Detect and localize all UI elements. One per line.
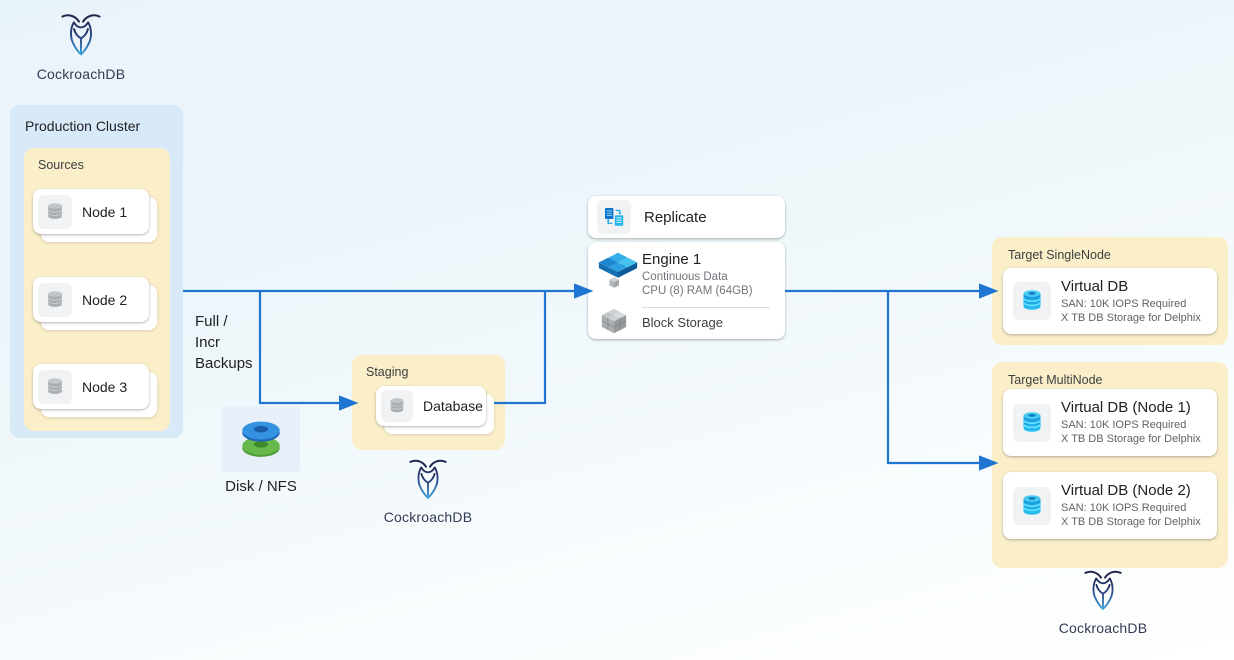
database-cylinder-icon [44, 201, 66, 223]
engine-subtitle-continuous-data: Continuous Data [642, 271, 728, 283]
production-cluster-label: Production Cluster [25, 118, 140, 134]
target-singlenode-group: Target SingleNode Virtual DB SAN: 10K IO… [992, 237, 1228, 345]
database-card-stack: Database [376, 386, 494, 434]
replicate-icon-tile [597, 200, 631, 234]
database-icon-tile [381, 390, 413, 422]
backups-line: Full / [195, 311, 253, 332]
virtual-db-text: Virtual DB (Node 1) SAN: 10K IOPS Requir… [1061, 399, 1201, 446]
target-multinode-group: Target MultiNode Virtual DB (Node 1) SAN… [992, 362, 1228, 568]
stacked-disks-icon [232, 414, 290, 464]
cockroachdb-icon [1083, 563, 1123, 618]
cockroachdb-label: CockroachDB [37, 66, 126, 82]
staging-group: Staging Database [352, 355, 505, 450]
engine-subtitle-cpu-ram: CPU (8) RAM (64GB) [642, 285, 753, 297]
node-label: Node 2 [82, 292, 127, 308]
replicate-card: Replicate [588, 196, 785, 238]
diagram-canvas: CockroachDB Production Cluster Sources N… [0, 0, 1234, 660]
virtual-db-text: Virtual DB SAN: 10K IOPS Required X TB D… [1061, 278, 1201, 325]
staging-label: Staging [366, 365, 408, 379]
target-singlenode-label: Target SingleNode [1008, 248, 1111, 262]
node-3-stack: Node 3 [33, 364, 157, 417]
virtual-db-title: Virtual DB (Node 2) [1061, 482, 1201, 499]
disk-nfs-tile [222, 406, 300, 472]
staging-database-card: Database [376, 386, 486, 426]
backups-line: Incr [195, 332, 253, 353]
cockroachdb-icon [60, 6, 102, 64]
virtual-db-card: Virtual DB SAN: 10K IOPS Required X TB D… [1003, 268, 1217, 334]
virtual-db-title: Virtual DB (Node 1) [1061, 399, 1201, 416]
cockroachdb-logo-target: CockroachDB [1045, 563, 1161, 636]
engine-card: Engine 1 Continuous Data CPU (8) RAM (64… [588, 242, 785, 339]
virtual-db-storage: X TB DB Storage for Delphix [1061, 311, 1201, 325]
replicate-label: Replicate [644, 209, 707, 226]
virtual-database-icon [1019, 493, 1045, 519]
arrow-engine-to-multinode [888, 291, 981, 463]
virtual-db-san: SAN: 10K IOPS Required [1061, 297, 1201, 311]
block-storage-icon [597, 308, 631, 336]
cockroachdb-label: CockroachDB [1059, 620, 1148, 636]
node-label: Node 3 [82, 379, 127, 395]
backups-annotation: Full / Incr Backups [195, 311, 253, 374]
virtual-db-san: SAN: 10K IOPS Required [1061, 501, 1201, 515]
virtual-db-text: Virtual DB (Node 2) SAN: 10K IOPS Requir… [1061, 482, 1201, 529]
replicate-sync-icon [602, 205, 626, 229]
virtual-db-node-2-card: Virtual DB (Node 2) SAN: 10K IOPS Requir… [1003, 472, 1217, 539]
database-icon-tile [38, 195, 72, 229]
target-multinode-label: Target MultiNode [1008, 373, 1103, 387]
sources-group: Sources Node 1 Node 2 [24, 148, 170, 431]
backups-line: Backups [195, 353, 253, 374]
virtual-db-storage: X TB DB Storage for Delphix [1061, 432, 1201, 446]
disk-nfs-label: Disk / NFS [204, 478, 318, 495]
virtual-db-icon-tile [1013, 282, 1051, 320]
engine-platform-icon [595, 249, 641, 293]
virtual-db-icon-tile [1013, 487, 1051, 525]
database-icon-tile [38, 370, 72, 404]
database-cylinder-icon [44, 376, 66, 398]
virtual-db-icon-tile [1013, 404, 1051, 442]
virtual-db-storage: X TB DB Storage for Delphix [1061, 515, 1201, 529]
arrow-backups-to-staging [260, 291, 341, 403]
database-label: Database [423, 398, 483, 414]
virtual-database-icon [1019, 410, 1045, 436]
block-storage-label: Block Storage [642, 315, 723, 330]
production-cluster-group: Production Cluster Sources Node 1 [10, 105, 183, 438]
cockroachdb-logo-staging: CockroachDB [370, 452, 486, 525]
cockroachdb-label: CockroachDB [384, 509, 473, 525]
virtual-database-icon [1019, 288, 1045, 314]
database-cylinder-icon [44, 289, 66, 311]
cockroachdb-icon [408, 452, 448, 507]
database-cylinder-icon [387, 396, 407, 416]
node-label: Node 1 [82, 204, 127, 220]
node-1-stack: Node 1 [33, 189, 157, 242]
virtual-db-san: SAN: 10K IOPS Required [1061, 418, 1201, 432]
engine-title: Engine 1 [642, 251, 701, 268]
divider [642, 307, 770, 308]
node-1-card: Node 1 [33, 189, 149, 234]
cockroachdb-logo-top: CockroachDB [23, 6, 139, 82]
database-icon-tile [38, 283, 72, 317]
node-3-card: Node 3 [33, 364, 149, 409]
virtual-db-node-1-card: Virtual DB (Node 1) SAN: 10K IOPS Requir… [1003, 389, 1217, 456]
node-2-card: Node 2 [33, 277, 149, 322]
node-2-stack: Node 2 [33, 277, 157, 330]
virtual-db-title: Virtual DB [1061, 278, 1201, 295]
sources-label: Sources [38, 158, 84, 172]
